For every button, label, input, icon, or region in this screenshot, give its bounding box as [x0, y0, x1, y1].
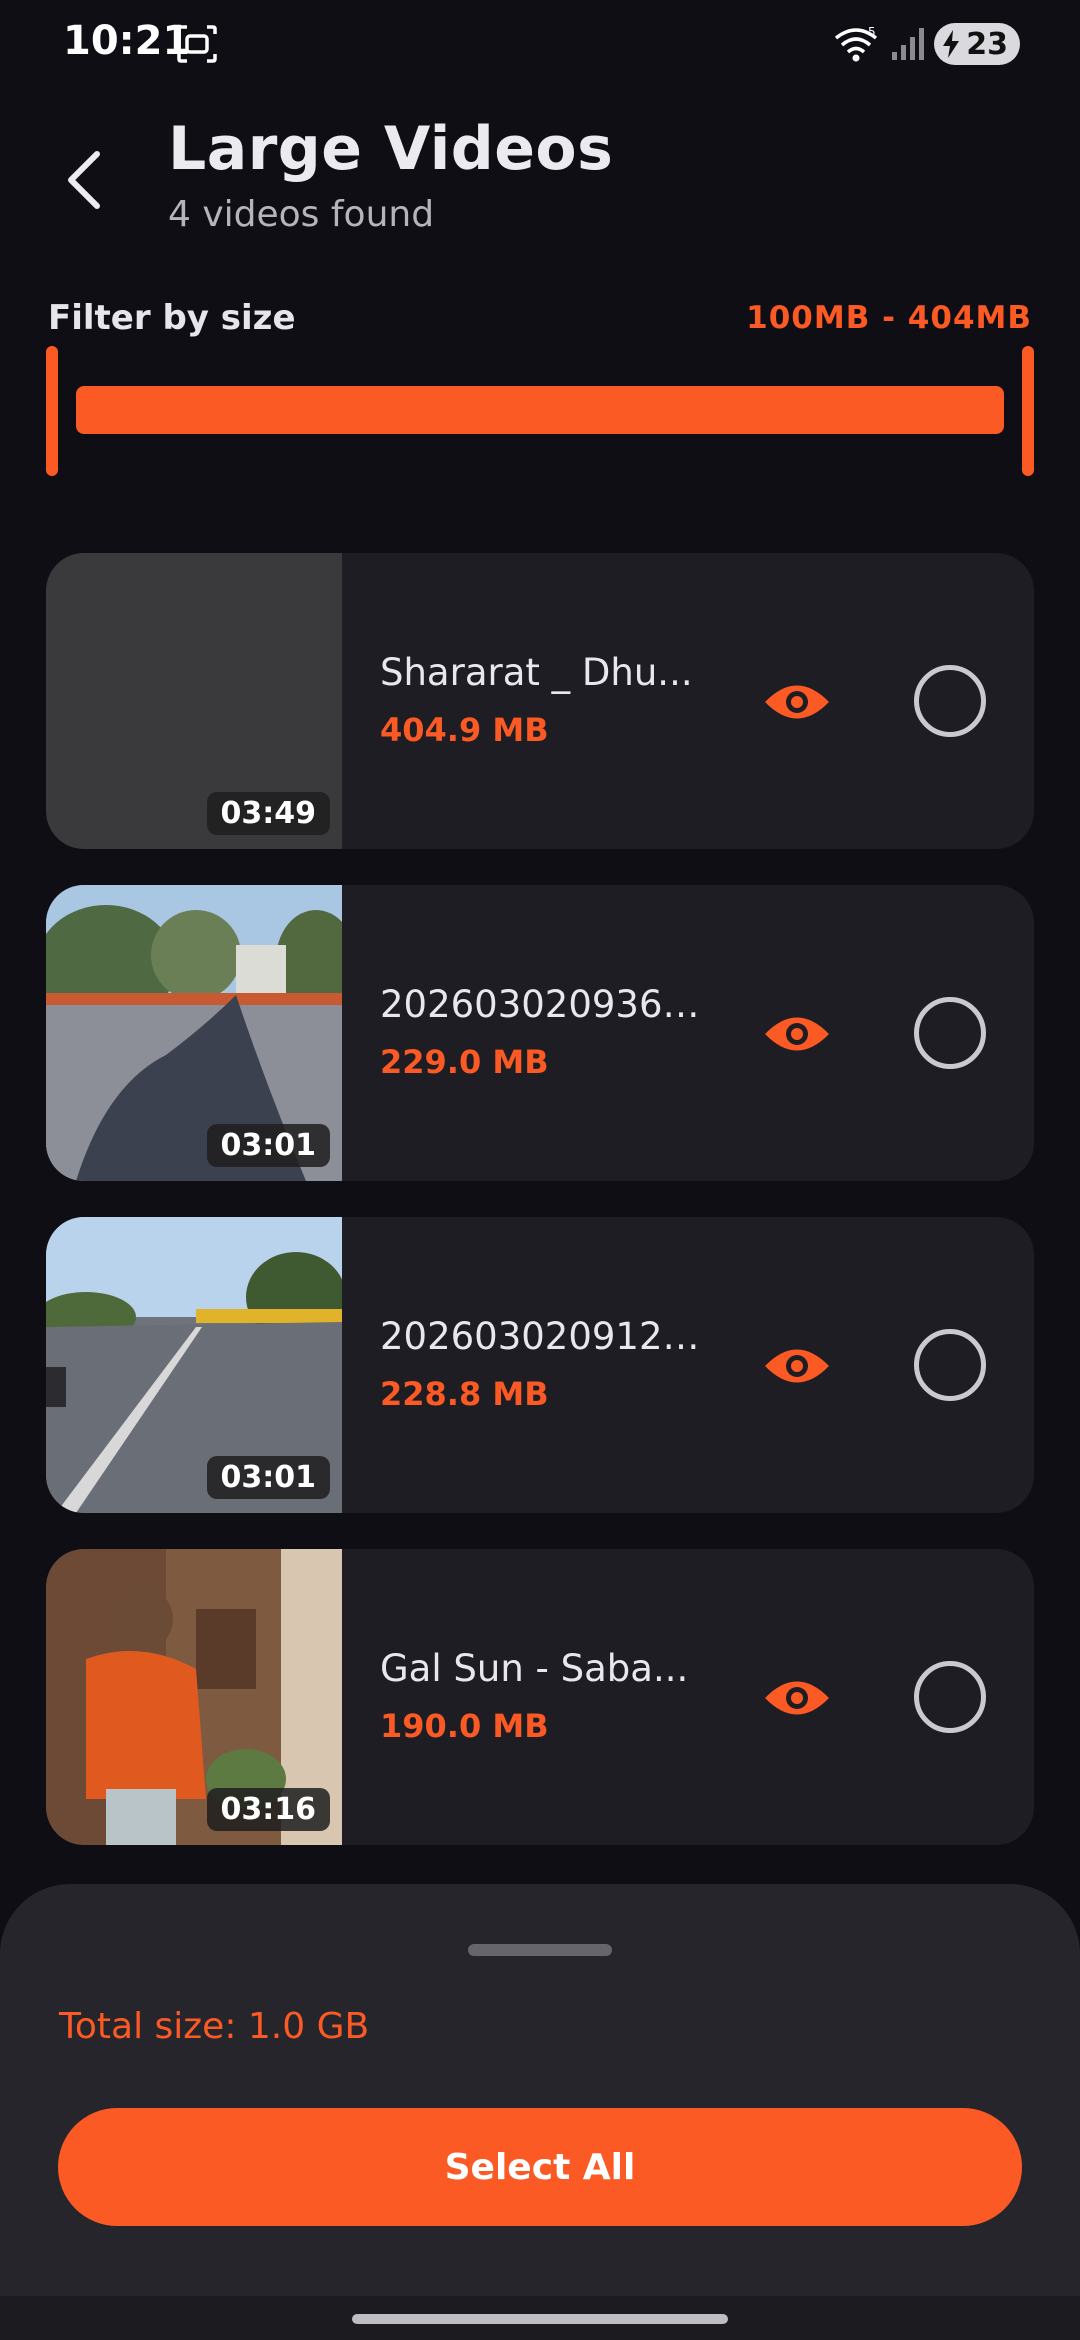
eye-icon — [765, 1681, 829, 1715]
video-item[interactable]: 03:01 2026030209120... 228.8 MB — [46, 1217, 1034, 1513]
screen: 10:21 5 23 Large Videos 4 videos found F… — [0, 0, 1080, 2340]
slider-min-handle[interactable] — [46, 346, 58, 476]
select-checkbox[interactable] — [914, 1329, 986, 1401]
video-name: 2026030209120... — [380, 1315, 700, 1358]
duration-badge: 03:01 — [206, 1456, 330, 1499]
preview-button[interactable] — [762, 1331, 832, 1401]
eye-icon — [765, 685, 829, 719]
filter-label: Filter by size — [48, 298, 296, 338]
select-all-button[interactable]: Select All — [58, 2108, 1022, 2226]
page-subtitle: 4 videos found — [168, 194, 435, 235]
eye-icon — [765, 1349, 829, 1383]
video-name: 2026030209364... — [380, 983, 700, 1026]
charging-bolt-icon — [943, 30, 960, 58]
video-size: 228.8 MB — [380, 1375, 549, 1413]
slider-track[interactable] — [76, 386, 1004, 434]
duration-badge: 03:49 — [206, 792, 330, 835]
video-thumbnail[interactable]: 03:01 — [46, 1217, 342, 1513]
bottom-sheet: Total size: 1.0 GB Select All — [0, 1884, 1080, 2340]
back-button[interactable] — [50, 140, 120, 220]
signal-icon — [892, 28, 925, 60]
slider-max-handle[interactable] — [1022, 346, 1034, 476]
battery-level: 23 — [966, 26, 1008, 62]
wifi-badge: 5 — [868, 25, 876, 39]
duration-badge: 03:16 — [206, 1788, 330, 1831]
video-item[interactable]: 03:01 2026030209364... 229.0 MB — [46, 885, 1034, 1181]
screenshot-icon — [177, 25, 217, 63]
status-icons: 5 23 — [834, 22, 1020, 66]
preview-button[interactable] — [762, 667, 832, 737]
status-time: 10:21 — [63, 18, 191, 64]
select-checkbox[interactable] — [914, 1661, 986, 1733]
eye-icon — [765, 1017, 829, 1051]
total-size-text: Total size: 1.0 GB — [59, 2006, 370, 2047]
video-thumbnail[interactable]: 03:49 — [46, 553, 342, 849]
select-checkbox[interactable] — [914, 665, 986, 737]
video-list: 03:49 Shararat _ Dhu... 404.9 MB 03:01 2… — [46, 553, 1034, 1881]
chevron-left-icon — [68, 151, 100, 209]
video-size: 229.0 MB — [380, 1043, 549, 1081]
filter-range-value: 100MB - 404MB — [746, 300, 1032, 336]
sheet-drag-handle[interactable] — [468, 1944, 612, 1956]
wifi-icon: 5 — [835, 25, 878, 62]
size-range-slider[interactable] — [46, 346, 1034, 476]
video-thumbnail[interactable]: 03:01 — [46, 885, 342, 1181]
duration-badge: 03:01 — [206, 1124, 330, 1167]
video-item[interactable]: 03:49 Shararat _ Dhu... 404.9 MB — [46, 553, 1034, 849]
video-name: Shararat _ Dhu... — [380, 651, 693, 694]
video-size: 404.9 MB — [380, 711, 549, 749]
battery-indicator: 23 — [934, 23, 1020, 65]
status-bar: 10:21 5 23 — [0, 0, 1080, 90]
video-name: Gal Sun - Saba... — [380, 1647, 689, 1690]
home-indicator[interactable] — [352, 2314, 728, 2324]
page-title: Large Videos — [168, 114, 614, 184]
select-checkbox[interactable] — [914, 997, 986, 1069]
preview-button[interactable] — [762, 999, 832, 1069]
video-size: 190.0 MB — [380, 1707, 549, 1745]
video-thumbnail[interactable]: 03:16 — [46, 1549, 342, 1845]
preview-button[interactable] — [762, 1663, 832, 1733]
video-item[interactable]: 03:16 Gal Sun - Saba... 190.0 MB — [46, 1549, 1034, 1845]
